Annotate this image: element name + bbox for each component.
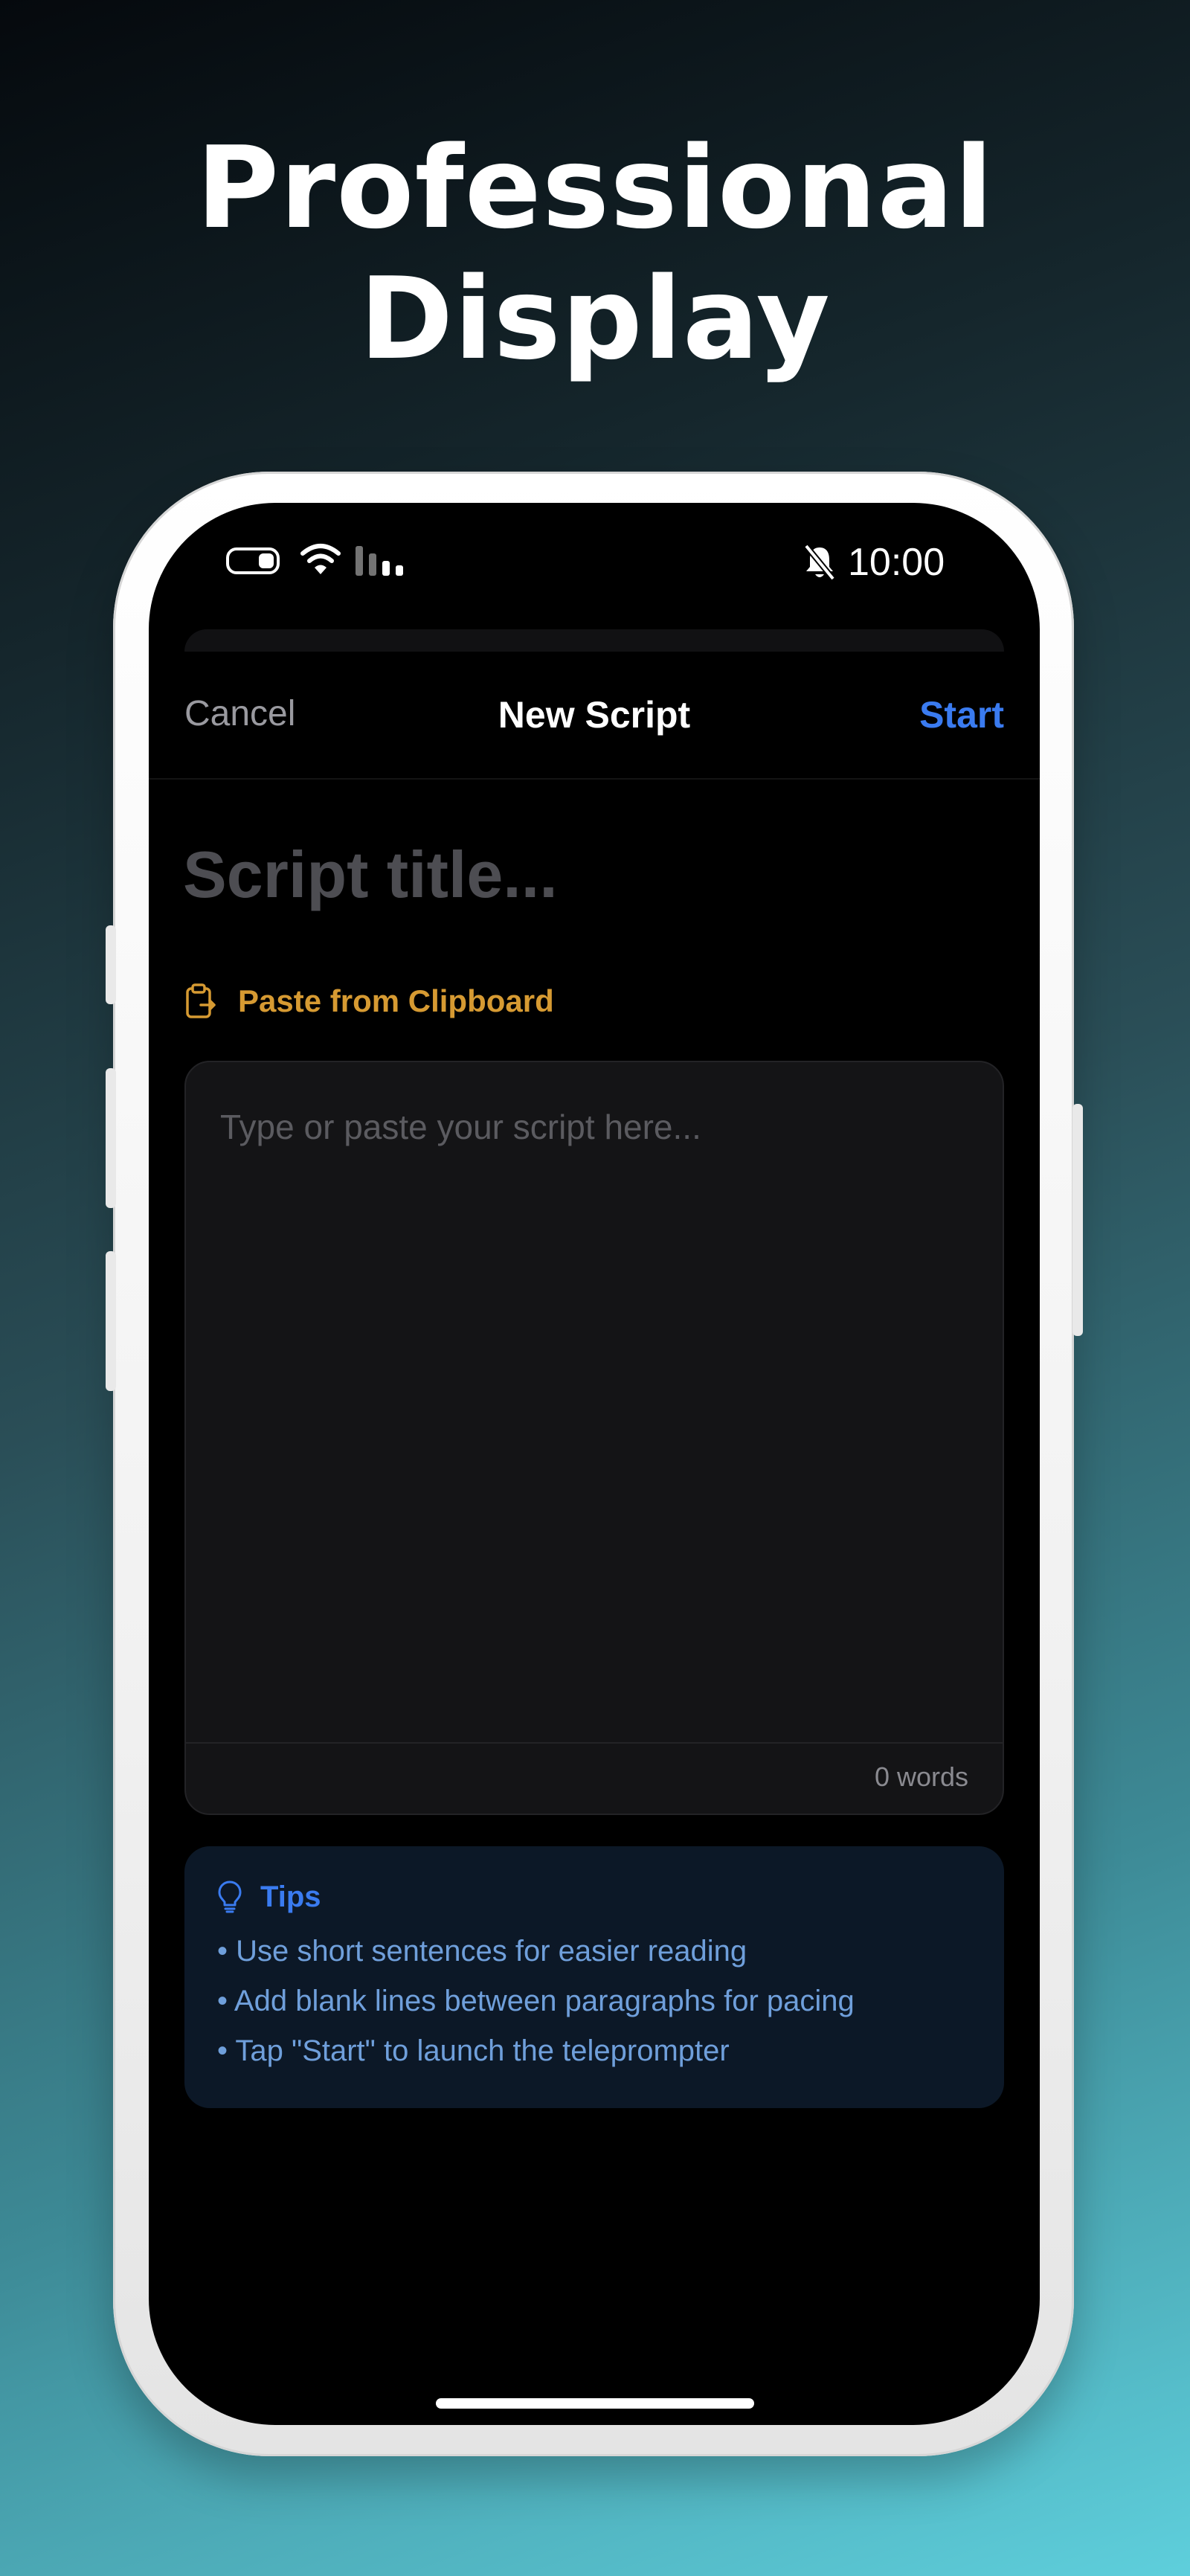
phone-volume-down-button xyxy=(106,1251,116,1391)
phone-action-button xyxy=(106,925,116,1004)
tips-card: Tips • Use short sentences for easier re… xyxy=(184,1846,1004,2108)
navigation-bar: New Script Cancel Start xyxy=(149,652,1040,780)
clipboard-icon xyxy=(186,983,216,1018)
status-bar: 10:00 xyxy=(149,503,1040,629)
battery-icon xyxy=(226,547,280,574)
tip-item: • Tap "Start" to launch the teleprompter xyxy=(217,2034,730,2067)
marketing-headline: Professional Display xyxy=(0,123,1190,385)
tip-item: • Use short sentences for easier reading xyxy=(217,1935,747,1968)
bell-off-icon xyxy=(803,545,836,580)
phone-volume-up-button xyxy=(106,1068,116,1208)
home-indicator[interactable] xyxy=(436,2398,754,2409)
cancel-button[interactable]: Cancel xyxy=(184,693,295,734)
editor-footer: 0 words xyxy=(186,1742,1003,1814)
tip-item: • Add blank lines between paragraphs for… xyxy=(217,1985,855,2017)
script-body-textarea[interactable] xyxy=(186,1062,1003,1745)
tips-header: Tips xyxy=(217,1873,971,1921)
tips-title: Tips xyxy=(260,1880,321,1913)
script-title-input[interactable] xyxy=(183,830,1001,919)
phone-screen: 10:00 New Script Cancel Start Paste from… xyxy=(149,503,1040,2425)
headline-line-1: Professional xyxy=(196,122,994,254)
start-button[interactable]: Start xyxy=(919,693,1004,736)
script-editor: 0 words xyxy=(184,1061,1004,1815)
signal-icon xyxy=(356,546,403,576)
phone-power-button xyxy=(1072,1104,1083,1336)
headline-line-2: Display xyxy=(359,253,831,385)
lightbulb-icon xyxy=(218,1880,242,1913)
status-time: 10:00 xyxy=(848,541,945,584)
word-count: 0 words xyxy=(874,1761,968,1792)
paste-from-clipboard-button[interactable]: Paste from Clipboard xyxy=(184,979,554,1024)
wifi-icon xyxy=(300,544,341,574)
paste-from-clipboard-label: Paste from Clipboard xyxy=(238,983,554,1018)
